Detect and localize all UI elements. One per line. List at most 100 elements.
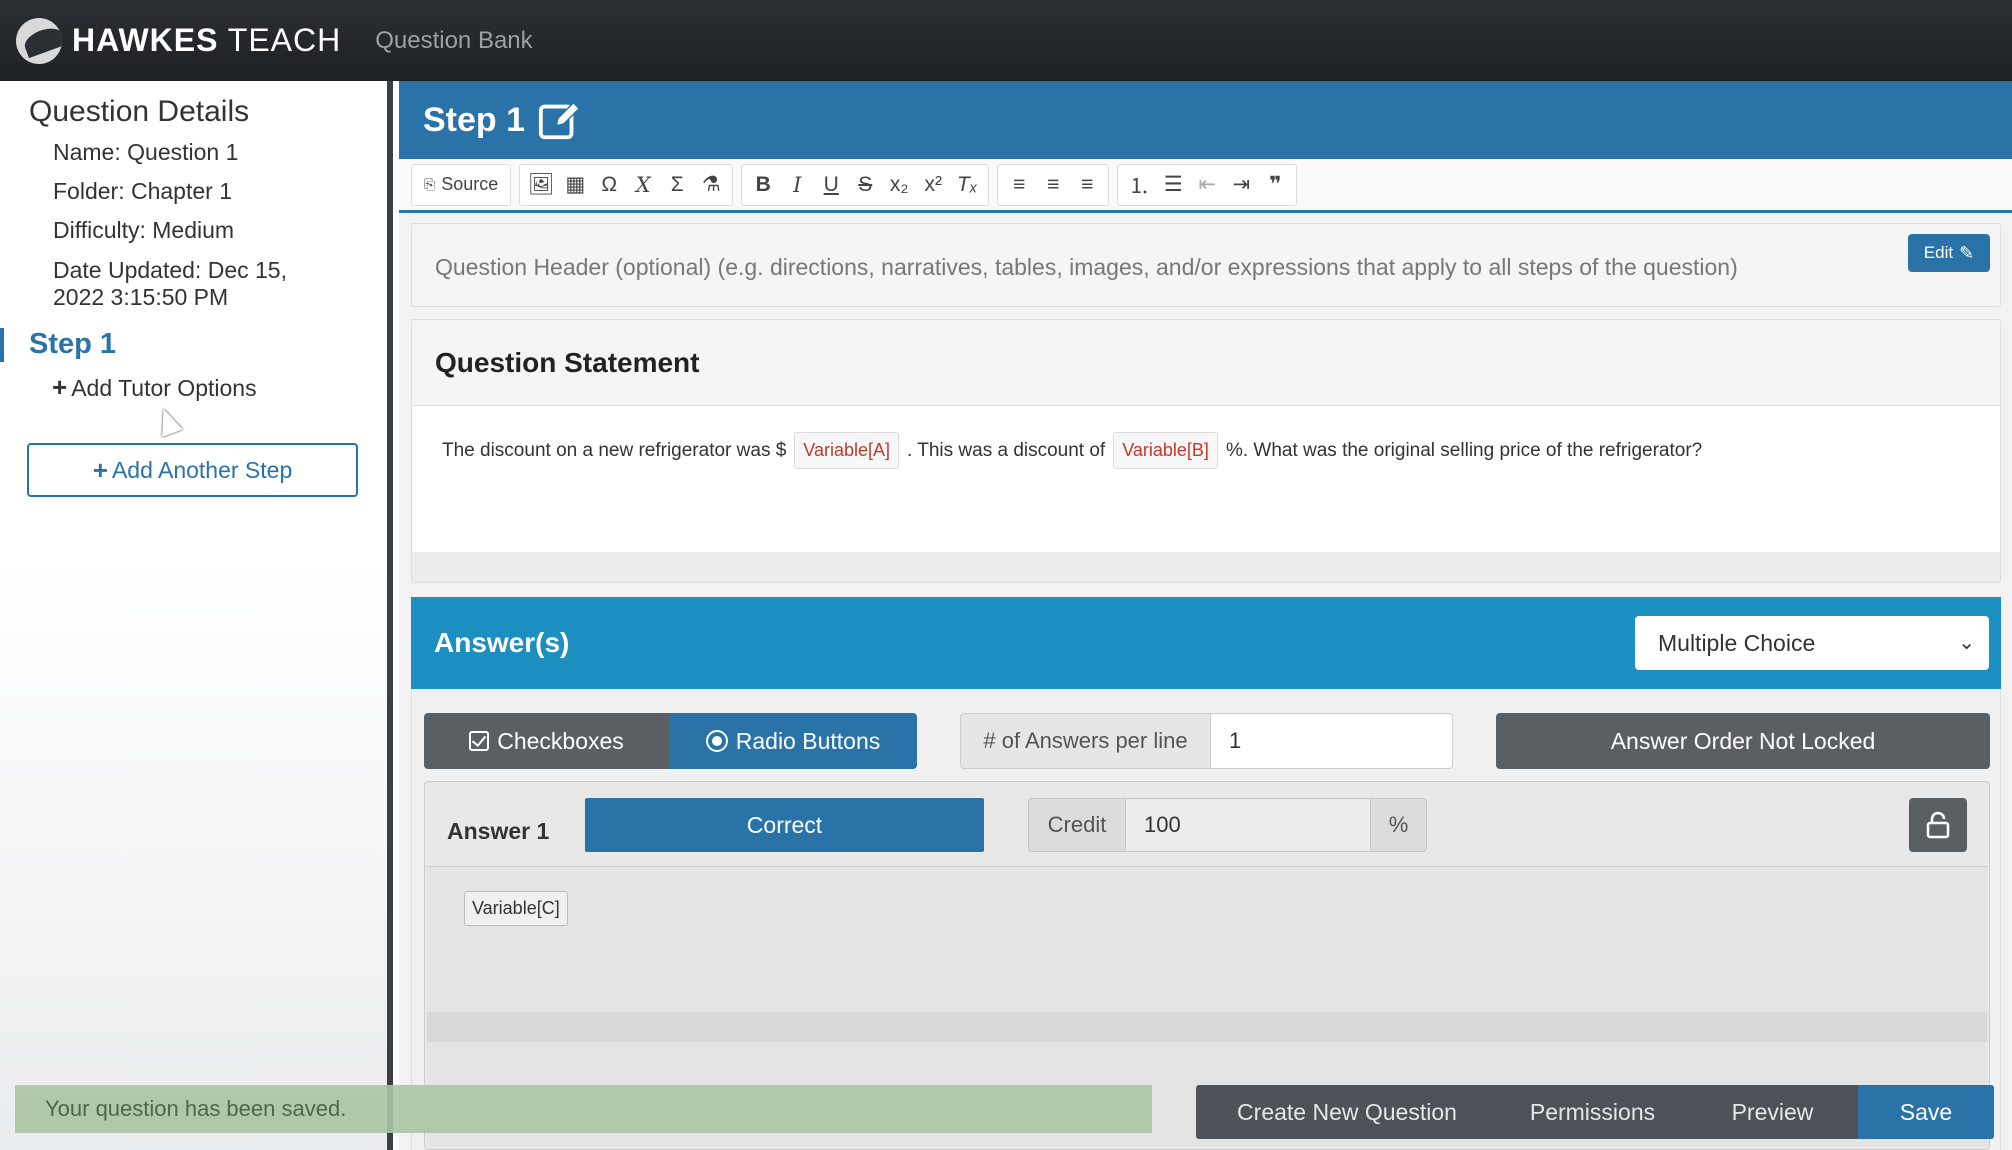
answers-body: Checkboxes Radio Buttons # of Answers pe… bbox=[411, 689, 2001, 1150]
add-tutor-options-label: Add Tutor Options bbox=[71, 375, 257, 401]
statement-text-part2: . This was a discount of bbox=[907, 439, 1106, 461]
indent-icon[interactable]: ⇥ bbox=[1224, 168, 1258, 202]
edit-label: Edit bbox=[1923, 243, 1954, 262]
answer-1-label: Answer 1 bbox=[447, 818, 550, 844]
answers-per-line-input[interactable]: 1 bbox=[1211, 713, 1453, 769]
omega-icon[interactable]: Ω bbox=[592, 168, 626, 202]
question-header-area[interactable]: Question Header (optional) (e.g. directi… bbox=[411, 223, 2001, 307]
italic-icon[interactable]: I bbox=[780, 168, 814, 202]
radio-icon bbox=[705, 730, 728, 752]
credit-percent-addon: % bbox=[1371, 798, 1427, 852]
checkboxes-label: Checkboxes bbox=[497, 727, 624, 754]
create-new-question-button[interactable]: Create New Question bbox=[1196, 1085, 1498, 1139]
image-icon[interactable]: 🖼 bbox=[524, 168, 558, 202]
answer-type-value: Multiple Choice bbox=[1658, 629, 1816, 656]
question-statement-panel: Question Statement The discount on a new… bbox=[411, 319, 2001, 583]
question-details-sidebar: Question Details Name: Question 1 Folder… bbox=[0, 81, 393, 1150]
plus-icon: + bbox=[52, 372, 68, 402]
date-updated-line1: Date Updated: Dec 15, bbox=[53, 257, 287, 283]
checkboxes-toggle-button[interactable]: Checkboxes bbox=[424, 713, 669, 769]
superscript-icon[interactable]: x² bbox=[916, 168, 950, 202]
rich-text-toolbar: ⎘ Source 🖼 ▦ Ω X Σ ⚗ B I U S x₂ x² Tₓ ≡ ≡… bbox=[399, 159, 2012, 213]
toolbar-group-align: ≡ ≡ ≡ bbox=[997, 163, 1110, 206]
toolbar-group-lists: ⒈ ☰ ⇤ ⇥ ❞ bbox=[1117, 163, 1298, 206]
brand-bold: HAWKES bbox=[72, 22, 219, 58]
credit-input[interactable]: 100 bbox=[1126, 798, 1371, 852]
question-difficulty: Difficulty: Medium bbox=[53, 217, 235, 243]
chemistry-icon[interactable]: ⚗ bbox=[694, 168, 728, 202]
align-right-icon[interactable]: ≡ bbox=[1070, 168, 1104, 202]
sidebar-step-1[interactable]: Step 1 bbox=[0, 328, 116, 362]
toolbar-group-source: ⎘ Source bbox=[411, 163, 512, 206]
outdent-icon[interactable]: ⇤ bbox=[1190, 168, 1224, 202]
bullet-list-icon[interactable]: ☰ bbox=[1156, 168, 1190, 202]
answer-type-select[interactable]: Multiple Choice ⌄ bbox=[1635, 616, 1989, 670]
question-statement-title: Question Statement bbox=[412, 320, 2000, 406]
step-header: Step 1 bbox=[399, 81, 2012, 159]
source-button[interactable]: ⎘ Source bbox=[416, 168, 506, 202]
question-name: Name: Question 1 bbox=[53, 139, 239, 165]
lock-answer-button[interactable] bbox=[1909, 798, 1967, 852]
align-left-icon[interactable]: ≡ bbox=[1002, 168, 1036, 202]
table-icon[interactable]: ▦ bbox=[558, 168, 592, 202]
step-title: Step 1 bbox=[423, 100, 526, 139]
variable-a-tag[interactable]: Variable[A] bbox=[794, 432, 900, 469]
toolbar-group-insert: 🖼 ▦ Ω X Σ ⚗ bbox=[519, 163, 734, 206]
top-navbar: HAWKES TEACH Question Bank bbox=[0, 0, 2012, 81]
question-folder: Folder: Chapter 1 bbox=[53, 178, 232, 204]
underline-icon[interactable]: U bbox=[814, 168, 848, 202]
add-another-step-label: Add Another Step bbox=[111, 456, 293, 483]
sigma-icon[interactable]: Σ bbox=[660, 168, 694, 202]
blockquote-icon[interactable]: ❞ bbox=[1258, 168, 1292, 202]
mouse-cursor-icon bbox=[153, 405, 183, 437]
brand-name: HAWKES TEACH bbox=[72, 22, 341, 59]
step-editor: Step 1 ⎘ Source 🖼 ▦ Ω X Σ ⚗ B I U S x₂ x²… bbox=[399, 81, 2012, 1150]
strike-icon[interactable]: S bbox=[848, 168, 882, 202]
variable-c-tag[interactable]: Variable[C] bbox=[464, 891, 568, 926]
plus-icon: + bbox=[92, 454, 108, 485]
numbered-list-icon[interactable]: ⒈ bbox=[1122, 168, 1156, 202]
brand-light: TEACH bbox=[227, 22, 342, 58]
source-label: Source bbox=[441, 174, 499, 194]
variable-b-tag[interactable]: Variable[B] bbox=[1113, 432, 1218, 469]
chevron-down-icon: ⌄ bbox=[1958, 632, 1975, 654]
bold-icon[interactable]: B bbox=[746, 168, 780, 202]
answers-header: Answer(s) Multiple Choice ⌄ bbox=[411, 597, 2001, 689]
source-icon: ⎘ bbox=[424, 176, 436, 192]
toolbar-group-format: B I U S x₂ x² Tₓ bbox=[741, 163, 990, 206]
question-details-title: Question Details bbox=[29, 95, 250, 128]
radio-buttons-toggle-button[interactable]: Radio Buttons bbox=[669, 713, 917, 769]
preview-button[interactable]: Preview bbox=[1687, 1085, 1858, 1139]
footer-action-bar: Create New Question Permissions Preview … bbox=[1196, 1085, 1994, 1139]
question-header-edit-button[interactable]: Edit ✎ bbox=[1908, 234, 1990, 272]
credit-label: Credit bbox=[1028, 798, 1126, 852]
answer-resize-bar[interactable] bbox=[427, 1012, 1987, 1042]
answers-title: Answer(s) bbox=[434, 627, 570, 658]
edit-icon: ✎ bbox=[1959, 242, 1975, 263]
hawkes-logo[interactable]: HAWKES TEACH bbox=[16, 17, 341, 64]
add-tutor-options-link[interactable]: + Add Tutor Options bbox=[52, 372, 257, 403]
edit-step-icon[interactable] bbox=[537, 97, 583, 143]
radio-buttons-label: Radio Buttons bbox=[735, 727, 881, 754]
unlock-icon bbox=[1926, 811, 1950, 839]
permissions-button[interactable]: Permissions bbox=[1498, 1085, 1687, 1139]
remove-format-icon[interactable]: Tₓ bbox=[950, 168, 984, 202]
correct-toggle-button[interactable]: Correct bbox=[585, 798, 984, 852]
subscript-icon[interactable]: x₂ bbox=[882, 168, 916, 202]
checkbox-icon bbox=[469, 731, 490, 751]
save-button[interactable]: Save bbox=[1858, 1085, 1994, 1139]
statement-resize-bar[interactable] bbox=[412, 552, 2000, 582]
saved-notification: Your question has been saved. bbox=[15, 1085, 1152, 1133]
question-statement-editor[interactable]: The discount on a new refrigerator was $… bbox=[442, 432, 1702, 469]
answer-order-lock-button[interactable]: Answer Order Not Locked bbox=[1496, 713, 1990, 769]
hawk-logo-icon bbox=[16, 17, 62, 64]
add-another-step-button[interactable]: + Add Another Step bbox=[27, 443, 358, 497]
statement-text-part1: The discount on a new refrigerator was $ bbox=[442, 439, 787, 461]
formula-icon[interactable]: X bbox=[626, 168, 660, 202]
nav-question-bank[interactable]: Question Bank bbox=[375, 27, 532, 55]
answers-per-line-label: # of Answers per line bbox=[960, 713, 1211, 769]
statement-text-part3: %. What was the original selling price o… bbox=[1225, 439, 1703, 461]
date-updated-line2: 2022 3:15:50 PM bbox=[53, 284, 229, 310]
align-center-icon[interactable]: ≡ bbox=[1036, 168, 1070, 202]
question-header-placeholder: Question Header (optional) (e.g. directi… bbox=[435, 254, 1738, 280]
